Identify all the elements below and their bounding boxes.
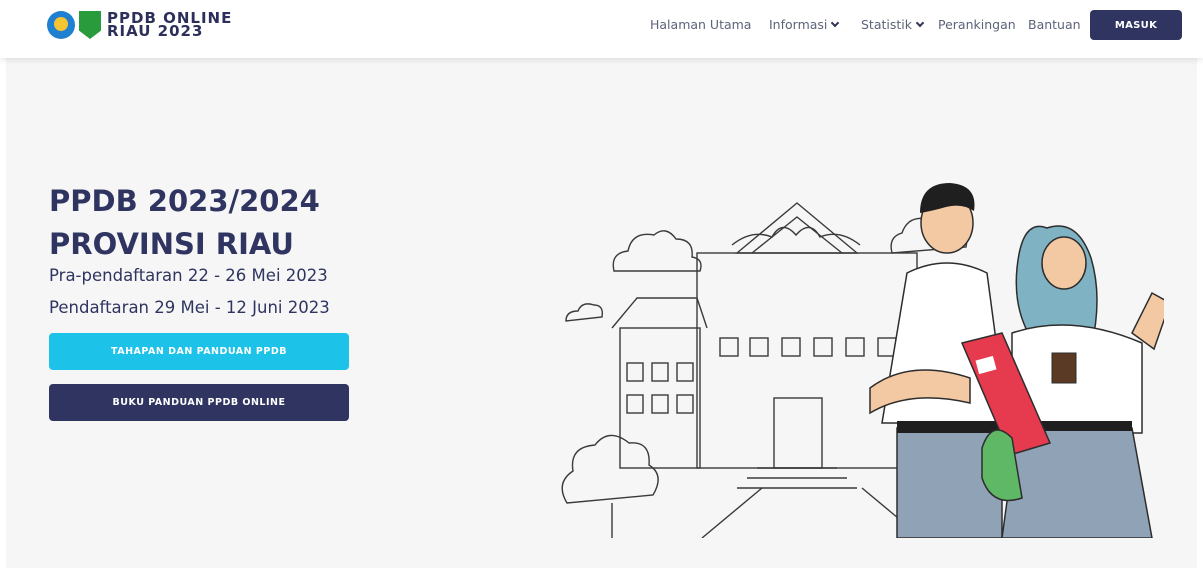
school-building — [696, 252, 918, 469]
login-button[interactable]: MASUK — [1090, 10, 1182, 40]
page: PPDB ONLINE RIAU 2023 Halaman Utama Info… — [0, 0, 1203, 568]
nav-item-informasi[interactable]: Informasi — [769, 17, 840, 37]
nav-item-label: Statistik — [861, 17, 912, 32]
nav-item-label: Perankingan — [938, 17, 1016, 32]
hero-title-line-1: PPDB 2023/2024 — [49, 184, 320, 218]
brand-logo-link[interactable]: PPDB ONLINE RIAU 2023 — [47, 7, 232, 43]
chevron-down-icon — [831, 18, 840, 28]
nav-item-perankingan[interactable]: Perankingan — [938, 17, 1016, 37]
school-stairs — [737, 467, 857, 489]
prereg-period-text: Pra-pendaftaran 22 - 26 Mei 2023 — [49, 266, 328, 285]
school-roof — [735, 202, 859, 254]
girl-student — [1001, 225, 1164, 538]
nav-item-label: Halaman Utama — [650, 17, 752, 32]
chevron-down-icon — [915, 18, 925, 28]
school-left-roof — [611, 297, 708, 329]
school-students-illustration — [561, 183, 1164, 538]
school-path — [701, 487, 923, 538]
tut-wuri-handayani-logo-icon — [47, 11, 75, 39]
riau-province-logo-icon — [79, 11, 101, 39]
registration-guide-button[interactable]: TAHAPAN DAN PANDUAN PPDB — [49, 333, 349, 370]
cloud-left — [612, 230, 702, 272]
nav-item-statistik[interactable]: Statistik — [861, 17, 925, 37]
brand-title: PPDB ONLINE RIAU 2023 — [107, 11, 232, 39]
cloud-small — [565, 303, 604, 322]
school-left-wing — [619, 327, 701, 469]
nav-item-label: Bantuan — [1028, 17, 1081, 32]
hero-title: PPDB 2023/2024 PROVINSI RIAU — [49, 180, 320, 266]
nav-item-label: Informasi — [769, 17, 828, 32]
nav-item-bantuan[interactable]: Bantuan — [1028, 17, 1081, 37]
nav-item-halaman-utama[interactable]: Halaman Utama — [650, 17, 751, 37]
guide-book-button[interactable]: BUKU PANDUAN PPDB ONLINE — [49, 384, 349, 421]
top-navbar: PPDB ONLINE RIAU 2023 Halaman Utama Info… — [0, 0, 1203, 58]
school-door — [773, 397, 823, 469]
school-ornament — [731, 226, 861, 246]
registration-period-text: Pendaftaran 29 Mei - 12 Juni 2023 — [49, 298, 330, 317]
tree-left — [561, 434, 659, 504]
hero-title-line-2: PROVINSI RIAU — [49, 227, 294, 261]
